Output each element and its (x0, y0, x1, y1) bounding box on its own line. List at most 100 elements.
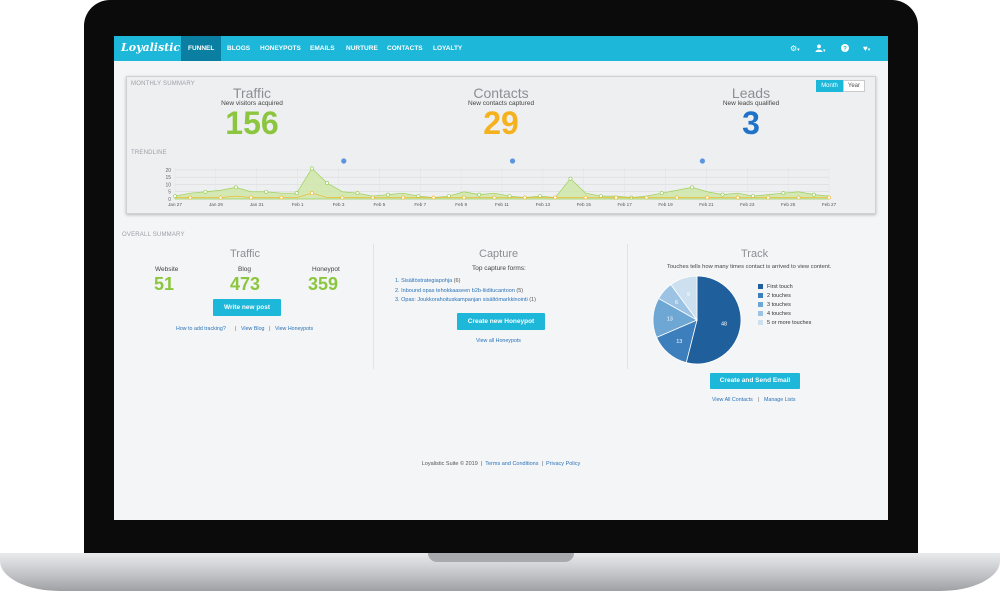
contacts-point (735, 195, 740, 200)
view-all-honeypots-link[interactable]: View all Honeypots (476, 338, 521, 344)
laptop-mockup: Loyalistic FUNNEL BLOGS HONEYPOTS EMAILS… (0, 0, 1000, 591)
svg-text:?: ? (843, 46, 847, 52)
traffic-point (720, 192, 725, 197)
website-label: Website (155, 266, 179, 273)
nav-nurture[interactable]: NURTURE (339, 36, 385, 61)
footer-copyright: Loyalistic Suite © 2019 (421, 461, 478, 467)
how-to-add-tracking-link[interactable]: How to add tracking? (176, 326, 226, 332)
user-icon[interactable]: ▾ (815, 44, 826, 54)
form-count: (1) (529, 297, 536, 303)
heart-icon[interactable]: ♥▾ (863, 44, 870, 53)
overall-summary-title: OVERALL SUMMARY (122, 232, 185, 238)
contacts-point (675, 195, 679, 200)
gear-icon[interactable]: ⚙▾ (790, 44, 800, 53)
x-tick-label: Feb 19 (658, 202, 673, 207)
footer-separator: | (480, 461, 483, 467)
nav-loyalty[interactable]: LOYALTY (426, 36, 469, 61)
x-tick-label: Feb 1 (292, 202, 304, 207)
view-all-contacts-link[interactable]: View All Contacts (712, 397, 753, 403)
overall-traffic-title: Traffic (230, 248, 260, 260)
legend-item: First touch (758, 284, 793, 290)
contacts-point (462, 195, 466, 200)
traffic-title: Traffic (232, 85, 272, 101)
traffic-point (477, 192, 482, 197)
contacts-point (279, 195, 284, 200)
capture-form-link[interactable]: Opas: Joukkorahoituskampanjan sisältömar… (401, 297, 528, 303)
capture-form-link[interactable]: Inbound opas tehokkaaseen b2b-liiditucan… (401, 288, 515, 294)
nav-contacts[interactable]: CONTACTS (380, 36, 430, 61)
contacts-metric: Contacts New contacts captured 29 (431, 85, 571, 142)
traffic-point (355, 191, 360, 196)
form-index: 1. (395, 278, 400, 284)
write-new-post-button[interactable]: Write new post (213, 299, 281, 316)
contacts-point (827, 195, 831, 200)
legend-swatch (758, 284, 763, 290)
x-tick-label: Feb 25 (781, 202, 796, 207)
traffic-point (690, 185, 695, 190)
contacts-point (644, 195, 649, 200)
lead-marker (341, 158, 347, 164)
x-tick-label: Feb 13 (536, 202, 551, 207)
track-title: Track (741, 248, 769, 260)
traffic-point (751, 194, 755, 198)
legend-item: 3 touches (758, 302, 791, 308)
capture-form-link[interactable]: Sisältöstrategiapohja (401, 278, 452, 284)
nav-honeypots[interactable]: HONEYPOTS (253, 36, 308, 61)
privacy-link[interactable]: Privacy Policy (546, 461, 580, 467)
traffic-point (294, 191, 299, 196)
pie-slice-label: 6 (675, 300, 678, 306)
footer: Loyalistic Suite © 2019 | Terms and Cond… (114, 461, 888, 467)
legend-item: 5 or more touches (758, 320, 811, 326)
capture-title: Capture (479, 248, 519, 260)
legend-item: 2 touches (758, 293, 791, 299)
nav-funnel[interactable]: FUNNEL (181, 36, 222, 61)
x-tick-label: Feb 5 (374, 202, 386, 207)
y-tick-label: 10 (165, 182, 171, 188)
terms-link[interactable]: Terms and Conditions (485, 461, 538, 467)
traffic-point (173, 194, 177, 198)
x-tick-label: Feb 9 (455, 202, 467, 207)
view-honeypots-link[interactable]: View Honeypots (275, 326, 313, 332)
legend-swatch (758, 320, 763, 326)
contacts-value: 29 (483, 105, 519, 141)
contacts-point (614, 195, 618, 200)
x-tick-label: Feb 15 (577, 202, 592, 207)
app-logo[interactable]: Loyalistic (121, 41, 180, 54)
traffic-metric: Traffic New visitors acquired 156 (182, 85, 322, 142)
form-count: (5) (516, 287, 524, 294)
track-subtitle: Touches tells how many times contact is … (667, 264, 832, 270)
toggle-year[interactable]: Year (842, 80, 865, 92)
create-new-honeypot-button[interactable]: Create new Honeypot (457, 313, 545, 330)
traffic-point (233, 185, 238, 190)
traffic-value: 156 (225, 105, 279, 141)
legend-swatch (758, 293, 763, 299)
nav-blogs[interactable]: BLOGS (220, 36, 257, 61)
contacts-point (401, 195, 406, 200)
manage-lists-link[interactable]: Manage Lists (764, 397, 796, 403)
top-nav: Loyalistic FUNNEL BLOGS HONEYPOTS EMAILS… (114, 36, 888, 61)
traffic-point (325, 181, 329, 185)
column-divider (373, 244, 374, 369)
leads-metric: Leads New leads qualified 3 (681, 85, 821, 142)
honeypot-value: 359 (308, 274, 339, 294)
traffic-point (203, 189, 208, 194)
legend-label: 5 or more touches (767, 320, 812, 326)
help-icon[interactable]: ? (841, 44, 849, 54)
capture-form-item: 1. Sisältöstrategiapohja (6) (395, 277, 536, 287)
create-and-send-email-button[interactable]: Create and Send Email (710, 373, 800, 389)
touches-pie-chart: 48 13 13 6 9 (652, 275, 742, 365)
view-blog-link[interactable]: View Blog (241, 326, 264, 332)
traffic-point (811, 192, 816, 197)
traffic-point (309, 166, 314, 171)
contacts-point (583, 195, 588, 200)
period-toggle: Month Year (816, 80, 865, 92)
contacts-point (431, 195, 436, 200)
legend-item: 4 touches (758, 311, 791, 317)
traffic-point (416, 194, 421, 198)
legend-label: 4 touches (767, 311, 791, 317)
x-tick-label: Feb 27 (822, 202, 837, 207)
nav-emails[interactable]: EMAILS (303, 36, 342, 61)
contacts-point (249, 195, 253, 200)
legend-swatch (758, 302, 763, 308)
leads-title: Leads (731, 85, 771, 101)
